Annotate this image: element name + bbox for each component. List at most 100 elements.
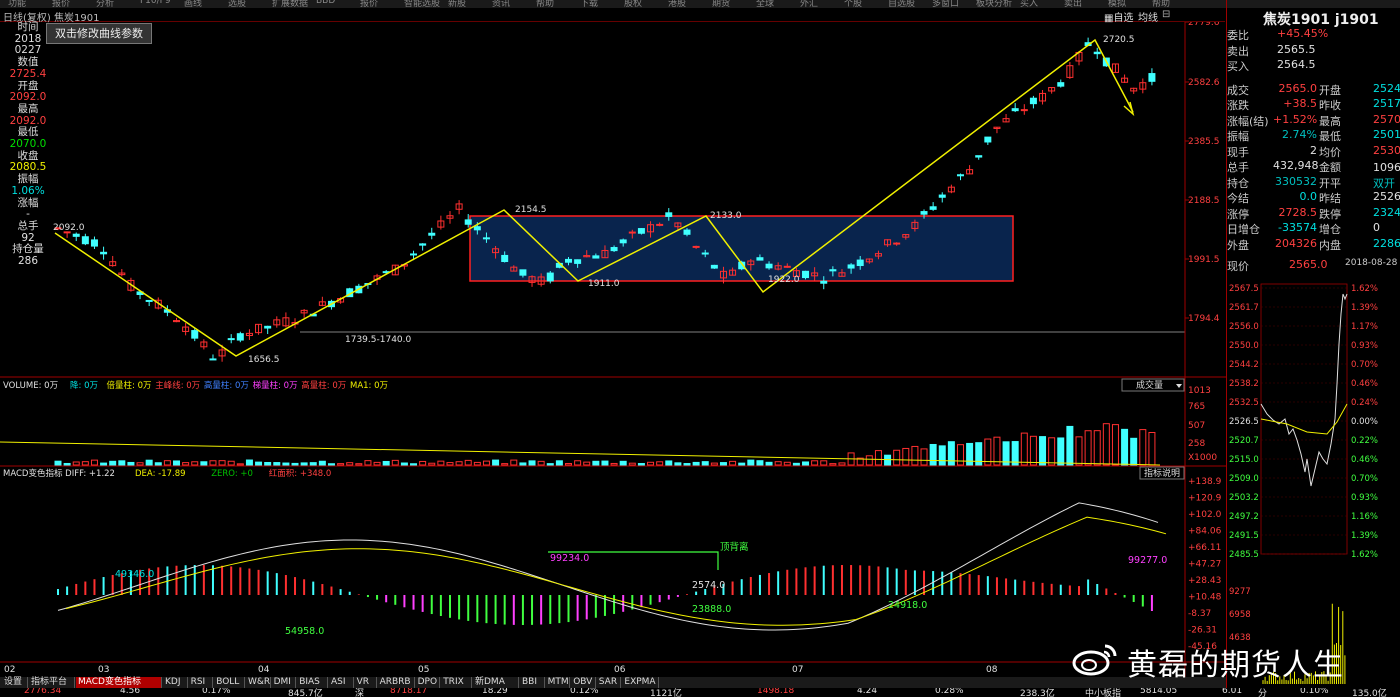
menu-item[interactable]: 报价 <box>360 0 378 8</box>
volume-bar <box>774 461 782 466</box>
volume-legend-item: 梯量柱: 0万 <box>253 380 298 391</box>
quote-label: 总手 <box>1227 161 1249 174</box>
menu-item[interactable]: 帮助 <box>536 0 554 8</box>
candle-body <box>81 236 89 245</box>
volume-bar <box>191 461 199 466</box>
candle-body <box>209 358 217 361</box>
tab-11[interactable]: ARBRB <box>378 677 415 688</box>
tab-17[interactable]: OBV <box>571 677 596 688</box>
quote-label: 涨跌 <box>1227 99 1249 112</box>
tab-6[interactable]: W&R <box>246 677 271 688</box>
volume-bar <box>90 459 98 466</box>
macd-label: 顶背离 <box>720 541 749 553</box>
menu-item[interactable]: 港股 <box>668 0 686 8</box>
menu-item[interactable]: 画线 <box>184 0 202 8</box>
menu-item[interactable]: 选股 <box>228 0 246 8</box>
candle-body <box>929 206 937 210</box>
menu-item[interactable]: BBD <box>316 0 335 6</box>
volume-selector[interactable]: 成交量 <box>1121 378 1185 392</box>
chart-canvas[interactable]: 2092.0 1656.5 2154.5 1911.0 2133.0 1922.0 2720… <box>0 22 1226 677</box>
menu-item[interactable]: F10/F9 <box>140 0 171 6</box>
volume-bar <box>647 461 655 466</box>
intraday-pct-label: 1.16% <box>1351 512 1378 522</box>
status-item: 6.01 <box>1222 688 1243 696</box>
quote-row: 涨停 2728.5 跌停 2324 <box>1227 206 1400 221</box>
volume-bar <box>446 462 454 466</box>
menu-item[interactable]: 扩展数据 <box>272 0 308 8</box>
intraday-pct-label: 0.70% <box>1351 360 1378 370</box>
candle-body <box>482 237 490 240</box>
candle-body <box>656 223 664 226</box>
quote-label: 卖出 <box>1227 44 1249 58</box>
intraday-chart[interactable]: 2567.5 1.62% 2561.7 1.39% 2556.0 1.17% 2550.0 0… <box>1227 254 1400 694</box>
indicator-help-button[interactable]: 指标说明 <box>1139 466 1185 480</box>
tab-0[interactable]: 设置 <box>2 677 28 688</box>
tab-13[interactable]: TRIX <box>441 677 472 688</box>
tab-19[interactable]: EXPMA <box>622 677 660 688</box>
menu-item[interactable]: 报价 <box>52 0 70 8</box>
status-item: 中小板指 <box>1085 689 1122 697</box>
quote-title: 焦炭1901 j1901 <box>1263 12 1379 28</box>
volume-bar <box>601 460 609 466</box>
menu-item[interactable]: 新股 <box>448 0 466 8</box>
volume-bar <box>555 460 563 466</box>
tab-5[interactable]: BOLL <box>214 677 245 688</box>
candle-body <box>802 270 810 279</box>
quote-value: 2570 <box>1373 112 1400 126</box>
menu-item[interactable]: 多窗口 <box>932 0 959 8</box>
panel-toggle-icon[interactable]: ⊟ <box>1162 9 1170 20</box>
menu-item[interactable]: 自选股 <box>888 0 915 8</box>
candle-body <box>1148 73 1156 82</box>
menu-item[interactable]: 期货 <box>712 0 730 8</box>
volume-legend-item: 高量柱: 0万 <box>301 380 346 391</box>
tab-8[interactable]: BIAS <box>297 677 328 688</box>
volume-bar <box>729 460 737 466</box>
tab-7[interactable]: DMI <box>272 677 297 688</box>
menu-item[interactable]: 模拟 <box>1108 0 1126 8</box>
quote-row: 现手 2 均价 2530 <box>1227 144 1400 159</box>
candle-body <box>236 333 244 341</box>
volume-bar <box>1011 441 1019 466</box>
menu-item[interactable]: 功能 <box>8 0 26 8</box>
menu-item[interactable]: 买入 <box>1020 0 1038 8</box>
quote-row: 卖出 2565.5 <box>1227 43 1400 58</box>
tab-2[interactable]: MACD变色指标 <box>76 677 162 688</box>
tab-1[interactable]: 指标平台 <box>29 677 75 688</box>
volume-bar <box>118 460 126 466</box>
intraday-price-label: 2567.5 <box>1229 284 1259 294</box>
tab-15[interactable]: BBI <box>520 677 545 688</box>
tab-12[interactable]: DPO <box>416 677 441 688</box>
macd-label: 99234.0 <box>550 553 589 564</box>
tab-9[interactable]: ASI <box>329 677 354 688</box>
volume-bar <box>1139 429 1147 466</box>
volume-bar <box>346 462 354 466</box>
tab-14[interactable]: 新DMA <box>473 677 519 688</box>
tab-10[interactable]: VR <box>355 677 377 688</box>
menu-item[interactable]: 股权 <box>624 0 642 8</box>
volume-y-label: 1013 <box>1188 386 1211 396</box>
menu-item[interactable]: 资讯 <box>492 0 510 8</box>
volume-bar <box>127 461 135 466</box>
tab-4[interactable]: RSI <box>189 677 214 688</box>
menu-item[interactable]: 智能选股 <box>404 0 440 8</box>
menu-item[interactable]: 个股 <box>844 0 862 8</box>
menu-item[interactable]: 板块分析 <box>976 0 1012 8</box>
menu-item[interactable]: 下载 <box>580 0 598 8</box>
macd-legend-item: MACD变色指标 DIFF: +1.22 <box>3 468 115 479</box>
menu-item[interactable]: 全球 <box>756 0 774 8</box>
intraday-vol-label: 6958 <box>1229 610 1251 620</box>
intraday-vol-label: 9277 <box>1229 587 1251 597</box>
menu-item[interactable]: 卖出 <box>1064 0 1082 8</box>
tab-3[interactable]: KDJ <box>163 677 188 688</box>
macd-y-label: -26.31 <box>1188 626 1217 636</box>
menu-item[interactable]: 外汇 <box>800 0 818 8</box>
menu-item[interactable]: 分析 <box>96 0 114 8</box>
volume-bar <box>1020 432 1028 466</box>
volume-bar <box>200 461 208 466</box>
volume-bar <box>291 462 299 466</box>
tab-18[interactable]: SAR <box>597 677 622 688</box>
tab-16[interactable]: MTM <box>546 677 571 688</box>
volume-bar <box>546 463 554 466</box>
menu-item[interactable]: 帮助 <box>1152 0 1170 8</box>
candle-body <box>574 259 582 264</box>
